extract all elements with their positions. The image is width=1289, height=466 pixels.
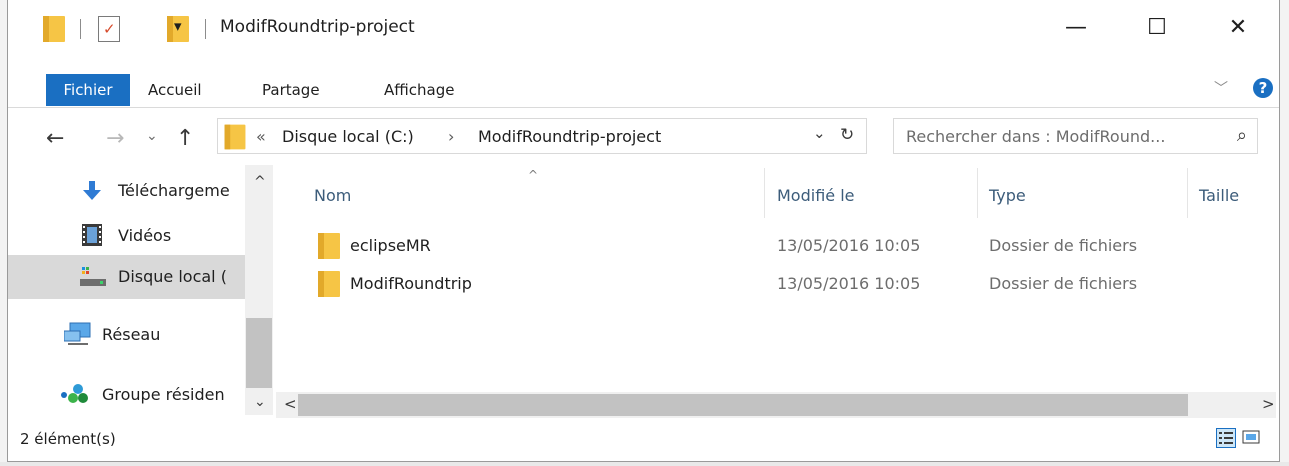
navigation-pane: Téléchargeme Vidéos Disque local (Résea… <box>8 165 274 415</box>
folder-icon <box>318 233 340 259</box>
nav-item-label: Réseau <box>102 325 161 344</box>
customize-quick-access-button[interactable]: ▾ <box>174 17 182 35</box>
download-arrow-icon <box>83 181 101 200</box>
nav-item-label: Disque local ( <box>118 267 227 286</box>
nav-item-label: Groupe résiden <box>102 385 225 404</box>
column-divider[interactable] <box>977 168 978 218</box>
breadcrumb-current[interactable]: ModifRoundtrip-project <box>478 127 661 146</box>
recent-locations-button[interactable]: ⌄ <box>146 128 158 144</box>
address-dropdown-button[interactable]: ⌄ <box>813 124 826 142</box>
ribbon-divider <box>8 107 1279 108</box>
folder-icon <box>224 124 246 150</box>
properties-icon[interactable]: ✓ <box>98 16 120 42</box>
explorer-window: ✓ ▾ ModifRoundtrip-project — ☐ ✕ Fichier… <box>0 0 1289 466</box>
large-icons-view-icon <box>1242 430 1260 444</box>
folder-icon <box>43 16 65 42</box>
file-modified: 13/05/2016 10:05 <box>777 236 921 255</box>
homegroup-icon <box>61 384 88 403</box>
column-header-type[interactable]: Type <box>989 186 1026 205</box>
nav-item-videos[interactable]: Vidéos <box>8 218 248 254</box>
file-modified: 13/05/2016 10:05 <box>777 274 921 293</box>
ribbon-tabs: Fichier Accueil Partage Affichage <box>8 72 1279 108</box>
toolbar-separator <box>205 19 206 39</box>
file-type: Dossier de fichiers <box>989 274 1138 293</box>
address-bar[interactable]: « Disque local (C:) › ModifRoundtrip-pro… <box>217 118 867 154</box>
tab-share[interactable]: Partage <box>262 74 320 106</box>
file-row[interactable]: eclipseMR 13/05/2016 10:05 Dossier de fi… <box>310 230 1260 262</box>
window-title: ModifRoundtrip-project <box>220 17 415 37</box>
large-icons-view-button[interactable] <box>1242 428 1262 448</box>
expand-ribbon-icon[interactable]: ﹀ <box>1214 78 1228 98</box>
back-button[interactable]: ← <box>46 126 64 151</box>
tab-home[interactable]: Accueil <box>148 74 202 106</box>
scroll-left-button[interactable]: < <box>284 395 297 413</box>
breadcrumb-separator[interactable]: › <box>448 127 454 146</box>
column-divider[interactable] <box>1187 168 1188 218</box>
nav-item-label: Vidéos <box>118 226 172 245</box>
nav-item-local-disk[interactable]: Disque local ( <box>8 255 254 299</box>
file-row[interactable]: ModifRoundtrip 13/05/2016 10:05 Dossier … <box>310 268 1260 300</box>
minimize-button[interactable]: — <box>1053 12 1099 44</box>
scroll-right-button[interactable]: > <box>1262 395 1275 413</box>
up-button[interactable]: ↑ <box>176 126 194 151</box>
details-view-button[interactable] <box>1216 428 1236 448</box>
nav-item-downloads[interactable]: Téléchargeme <box>8 173 248 209</box>
nav-item-label: Téléchargeme <box>118 181 230 200</box>
desktop-edge-bottom <box>0 462 1289 466</box>
column-header-size[interactable]: Taille <box>1199 186 1239 205</box>
close-button[interactable]: ✕ <box>1215 12 1261 44</box>
network-icon <box>64 322 91 345</box>
folder-icon <box>318 271 340 297</box>
file-type: Dossier de fichiers <box>989 236 1138 255</box>
search-icon[interactable]: ⌕ <box>1237 125 1247 146</box>
nav-item-network[interactable]: Réseau <box>8 317 248 353</box>
column-header-modified[interactable]: Modifié le <box>777 186 855 205</box>
file-name: ModifRoundtrip <box>350 274 472 293</box>
column-divider[interactable] <box>764 168 765 218</box>
address-overflow[interactable]: « <box>256 127 266 146</box>
search-box[interactable]: Rechercher dans : ModifRound... ⌕ <box>893 118 1258 154</box>
sort-ascending-icon: ^ <box>528 168 539 182</box>
desktop-edge-left <box>0 0 7 466</box>
toolbar-separator <box>80 19 81 39</box>
nav-scroll-down-button[interactable]: ⌄ <box>254 394 266 410</box>
status-item-count: 2 élément(s) <box>20 430 116 448</box>
help-icon[interactable]: ? <box>1253 78 1273 98</box>
drive-icon <box>80 267 106 286</box>
nav-scroll-up-button[interactable]: ^ <box>254 174 266 190</box>
search-input[interactable]: Rechercher dans : ModifRound... <box>906 127 1165 146</box>
nav-item-homegroup[interactable]: Groupe résiden <box>8 377 248 413</box>
tab-file[interactable]: Fichier <box>46 74 130 106</box>
column-header-name[interactable]: Nom <box>314 186 351 205</box>
breadcrumb-drive[interactable]: Disque local (C:) <box>282 127 414 146</box>
file-name: eclipseMR <box>350 236 431 255</box>
horizontal-scroll-thumb[interactable] <box>298 394 1188 416</box>
desktop-edge-right <box>1280 0 1289 466</box>
details-view-icon <box>1219 432 1233 444</box>
maximize-button[interactable]: ☐ <box>1134 12 1180 44</box>
forward-button[interactable]: → <box>106 126 124 151</box>
nav-scroll-thumb[interactable] <box>246 318 272 388</box>
film-icon <box>82 224 102 246</box>
refresh-button[interactable]: ↻ <box>840 125 854 145</box>
tab-view[interactable]: Affichage <box>384 74 454 106</box>
